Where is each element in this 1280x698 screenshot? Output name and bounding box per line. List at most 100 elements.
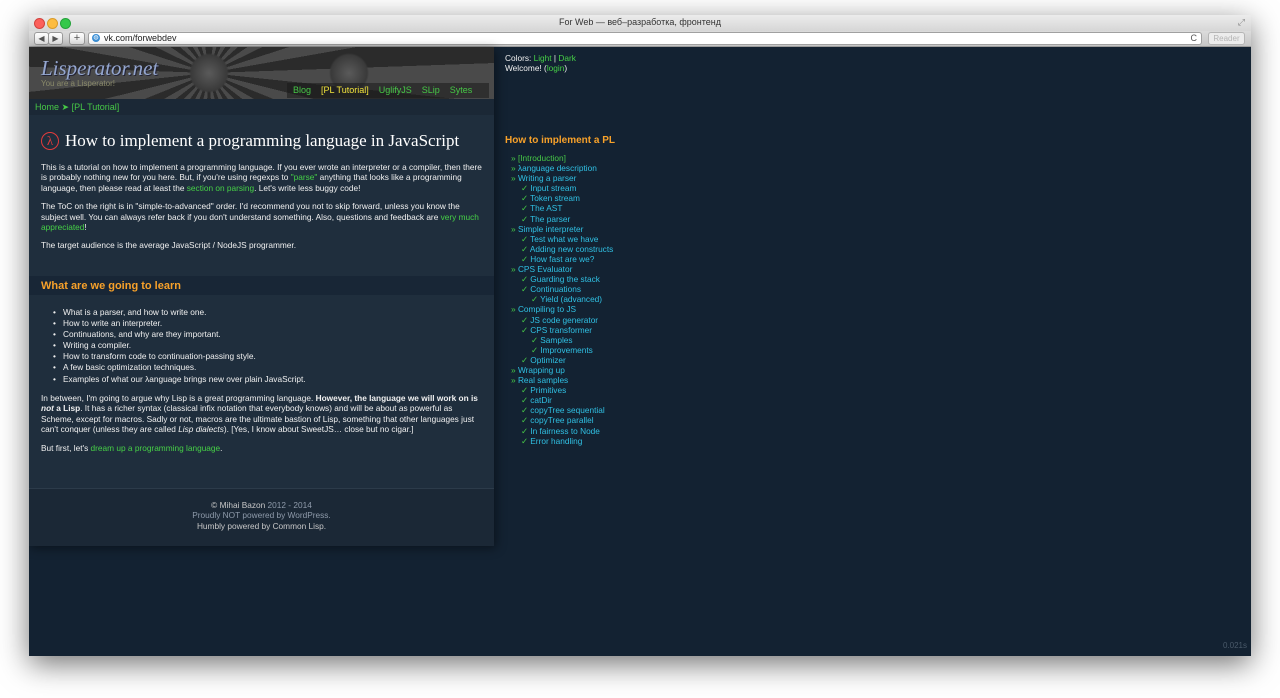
chevron-right-icon: » — [511, 163, 516, 174]
toc-item[interactable]: ✓ Samples — [511, 335, 613, 345]
toc-item[interactable]: » [Introduction] — [511, 153, 613, 163]
toc-item-label[interactable]: Primitives — [530, 385, 566, 395]
toc-item[interactable]: ✓ How fast are we? — [511, 254, 613, 264]
list-item: Writing a compiler. — [51, 340, 476, 351]
toc-item-label[interactable]: CPS Evaluator — [518, 264, 572, 274]
toc-item[interactable]: ✓ Primitives — [511, 385, 613, 395]
article-intro: λ How to implement a programming languag… — [41, 131, 486, 259]
login-link[interactable]: login — [547, 63, 565, 73]
toc-item-label[interactable]: Real samples — [518, 375, 568, 385]
checkmark-icon: ✓ — [521, 203, 528, 214]
reload-icon[interactable]: C — [1191, 33, 1198, 44]
toc-item[interactable]: ✓ Yield (advanced) — [511, 294, 613, 304]
toc-item-label[interactable]: Guarding the stack — [530, 274, 600, 284]
toc-item[interactable]: ✓ Guarding the stack — [511, 274, 613, 284]
toc-item-label[interactable]: Adding new constructs — [530, 244, 613, 254]
dream-up-language-link[interactable]: dream up a programming language — [91, 443, 221, 453]
globe-icon: ◍ — [92, 34, 100, 42]
toc-item-label[interactable]: λanguage description — [518, 163, 597, 173]
fullscreen-icon[interactable]: ⤢ — [1238, 17, 1245, 28]
toc-item[interactable]: ✓ Improvements — [511, 345, 613, 355]
site-logo[interactable]: Lisperator.net — [41, 56, 158, 81]
chevron-right-icon: » — [511, 364, 516, 375]
back-button[interactable]: ◀ — [34, 32, 49, 45]
toc-item-label[interactable]: The AST — [530, 203, 562, 213]
nav-slip[interactable]: SLip — [422, 83, 440, 98]
checkmark-icon: ✓ — [521, 274, 528, 285]
toc-item-label[interactable]: Input stream — [530, 183, 576, 193]
parse-link[interactable]: "parse" — [291, 172, 318, 182]
toc-item[interactable]: ✓ Optimizer — [511, 355, 613, 365]
checkmark-icon: ✓ — [521, 385, 528, 396]
nav-pl-tutorial[interactable]: [PL Tutorial] — [321, 83, 369, 98]
list-item: A few basic optimization techniques. — [51, 362, 476, 373]
toc-item[interactable]: ✓ Test what we have — [511, 234, 613, 244]
sidebar: Colors: Light | Dark Welcome! (login) — [505, 53, 665, 73]
toc-item[interactable]: ✓ Adding new constructs — [511, 244, 613, 254]
toc-item-label[interactable]: copyTree sequential — [530, 405, 604, 415]
site-footer: © Mihai Bazon 2012 - 2014 Proudly NOT po… — [29, 488, 494, 546]
toc-item-label[interactable]: JS code generator — [530, 315, 598, 325]
toc-item-label[interactable]: Improvements — [540, 345, 593, 355]
toc-item[interactable]: » Writing a parser — [511, 173, 613, 183]
toc-item[interactable]: ✓ copyTree parallel — [511, 415, 613, 425]
toc-item-label[interactable]: Token stream — [530, 193, 580, 203]
nav-sytes[interactable]: Sytes — [450, 83, 473, 98]
toc-item[interactable]: » Real samples — [511, 375, 613, 385]
toc-item-label[interactable]: Simple interpreter — [518, 224, 583, 234]
toc-item[interactable]: ✓ Token stream — [511, 193, 613, 203]
toc-item-label[interactable]: Optimizer — [530, 355, 566, 365]
reader-button[interactable]: Reader — [1208, 32, 1245, 45]
toc-item-label[interactable]: Compiling to JS — [518, 304, 576, 314]
toc-item[interactable]: ✓ In fairness to Node — [511, 426, 613, 436]
page-viewport: Lisperator.net You are a Lisperator! Blo… — [29, 47, 1251, 656]
nav-blog[interactable]: Blog — [293, 83, 311, 98]
checkmark-icon: ✓ — [521, 324, 528, 335]
toc-item-label[interactable]: Error handling — [530, 436, 582, 446]
toc-item-label[interactable]: catDir — [530, 395, 552, 405]
toc-item[interactable]: » Wrapping up — [511, 365, 613, 375]
toc-item-label[interactable]: [Introduction] — [518, 153, 566, 163]
forward-button[interactable]: ▶ — [48, 32, 63, 45]
toc-item-label[interactable]: Yield (advanced) — [540, 294, 602, 304]
toc-item-label[interactable]: copyTree parallel — [530, 415, 593, 425]
color-switcher: Colors: Light | Dark — [505, 53, 576, 63]
toc-item-label[interactable]: Continuations — [530, 284, 581, 294]
toc-item[interactable]: » Compiling to JS — [511, 304, 613, 314]
toc-item-label[interactable]: The parser — [530, 214, 570, 224]
breadcrumb-current[interactable]: [PL Tutorial] — [72, 102, 120, 112]
list-item: How to write an interpreter. — [51, 318, 476, 329]
address-bar[interactable]: ◍ vk.com/forwebdev C — [88, 32, 1202, 45]
toc-item[interactable]: » CPS Evaluator — [511, 264, 613, 274]
toc-item[interactable]: » λanguage description — [511, 163, 613, 173]
toc-item-label[interactable]: Wrapping up — [518, 365, 565, 375]
checkmark-icon: ✓ — [531, 294, 538, 305]
color-dark-link[interactable]: Dark — [558, 53, 576, 63]
toc-item[interactable]: ✓ copyTree sequential — [511, 405, 613, 415]
breadcrumb-home[interactable]: Home — [35, 102, 59, 112]
learn-list: What is a parser, and how to write one. … — [51, 307, 476, 385]
new-tab-button[interactable]: + — [69, 32, 85, 45]
toc-item[interactable]: ✓ The parser — [511, 214, 613, 224]
top-nav: Blog [PL Tutorial] UglifyJS SLip Sytes — [287, 83, 489, 98]
toc-item[interactable]: ✓ JS code generator — [511, 315, 613, 325]
toc-item-label[interactable]: Samples — [540, 335, 572, 345]
toc-item-label[interactable]: In fairness to Node — [530, 426, 600, 436]
toc-item-label[interactable]: Test what we have — [530, 234, 598, 244]
toc-item-label[interactable]: CPS transformer — [530, 325, 592, 335]
nav-uglifyjs[interactable]: UglifyJS — [379, 83, 412, 98]
toc-item[interactable]: ✓ Continuations — [511, 284, 613, 294]
url-text: vk.com/forwebdev — [104, 33, 177, 43]
toc-item[interactable]: ✓ The AST — [511, 203, 613, 213]
toc-item[interactable]: ✓ catDir — [511, 395, 613, 405]
section-on-parsing-link[interactable]: section on parsing — [187, 183, 254, 193]
site-tagline: You are a Lisperator! — [41, 79, 115, 88]
toc-item-label[interactable]: Writing a parser — [518, 173, 576, 183]
welcome-line: Welcome! (login) — [505, 63, 568, 73]
toc-item[interactable]: ✓ Error handling — [511, 436, 613, 446]
toc-item[interactable]: ✓ Input stream — [511, 183, 613, 193]
color-light-link[interactable]: Light — [534, 53, 552, 63]
toc-item[interactable]: ✓ CPS transformer — [511, 325, 613, 335]
toc-item-label[interactable]: How fast are we? — [530, 254, 594, 264]
toc-item[interactable]: » Simple interpreter — [511, 224, 613, 234]
